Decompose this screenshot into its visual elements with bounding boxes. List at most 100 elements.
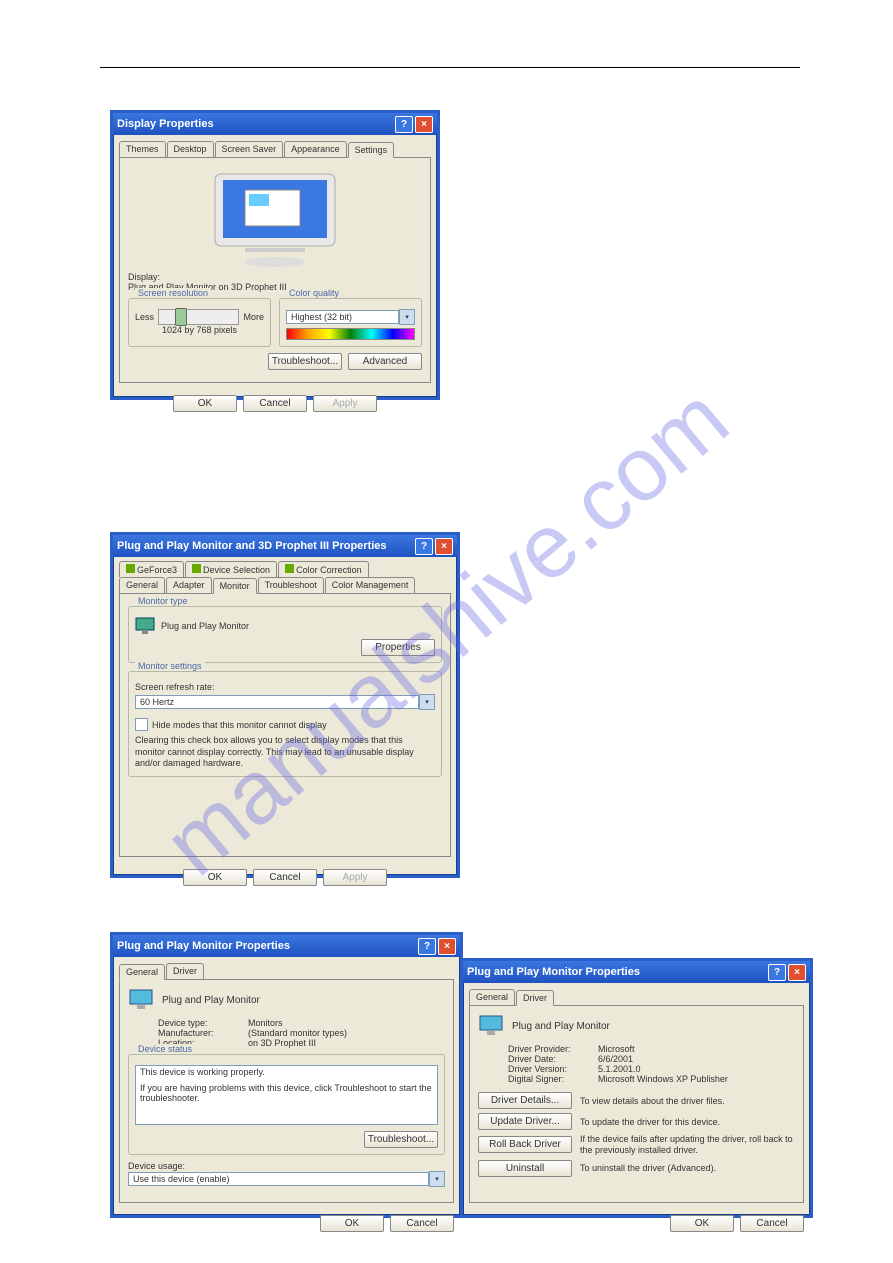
tab-desktop[interactable]: Desktop <box>167 141 214 157</box>
date-value: 6/6/2001 <box>598 1054 633 1064</box>
ok-button[interactable]: OK <box>320 1215 384 1232</box>
manufacturer-value: (Standard monitor types) <box>248 1028 347 1038</box>
tab-device-selection[interactable]: Device Selection <box>185 561 277 577</box>
color-quality-value: Highest (32 bit) <box>286 310 399 324</box>
update-driver-button[interactable]: Update Driver... <box>478 1113 572 1130</box>
help-button[interactable]: ? <box>418 938 436 955</box>
ok-button[interactable]: OK <box>173 395 237 412</box>
device-usage-label: Device usage: <box>128 1161 445 1171</box>
monitor-type-groupbox: Monitor type <box>135 596 191 606</box>
more-label: More <box>243 312 264 322</box>
troubleshoot-button[interactable]: Troubleshoot... <box>364 1131 438 1148</box>
tab-monitor[interactable]: Monitor <box>213 578 257 594</box>
device-type-label: Device type: <box>158 1018 248 1028</box>
window-title: Plug and Play Monitor and 3D Prophet III… <box>117 540 413 552</box>
close-button[interactable]: × <box>788 964 806 981</box>
refresh-rate-dropdown[interactable]: 60 Hertz ▾ <box>135 694 435 710</box>
tab-adapter[interactable]: Adapter <box>166 577 212 593</box>
troubleshoot-button[interactable]: Troubleshoot... <box>268 353 342 370</box>
monitor-icon <box>135 617 155 635</box>
driver-details-desc: To view details about the driver files. <box>580 1096 795 1106</box>
ok-button[interactable]: OK <box>670 1215 734 1232</box>
advanced-button[interactable]: Advanced <box>348 353 422 370</box>
dialog-buttons: OK Cancel <box>463 1209 810 1238</box>
close-button[interactable]: × <box>435 538 453 555</box>
tabstrip: General Driver <box>113 957 460 979</box>
dialog-buttons: OK Cancel Apply <box>113 863 457 892</box>
color-preview <box>286 328 415 340</box>
tab-general[interactable]: General <box>119 577 165 593</box>
window-title: Display Properties <box>117 118 393 130</box>
driver-details-button[interactable]: Driver Details... <box>478 1092 572 1109</box>
tab-body: Plug and Play Monitor Driver Provider:Mi… <box>469 1005 804 1203</box>
monitor-icon <box>478 1014 504 1038</box>
rollback-driver-desc: If the device fails after updating the d… <box>580 1134 795 1156</box>
tab-geforce3[interactable]: GeForce3 <box>119 561 184 577</box>
window-title: Plug and Play Monitor Properties <box>117 940 416 952</box>
monitor-settings-groupbox: Monitor settings <box>135 661 205 671</box>
version-value: 5.1.2001.0 <box>598 1064 641 1074</box>
hide-modes-checkbox[interactable]: Hide modes that this monitor cannot disp… <box>135 718 435 731</box>
checkbox-icon <box>135 718 148 731</box>
resolution-value: 1024 by 768 pixels <box>135 325 264 335</box>
tab-appearance[interactable]: Appearance <box>284 141 347 157</box>
help-button[interactable]: ? <box>395 116 413 133</box>
rollback-driver-button[interactable]: Roll Back Driver <box>478 1136 572 1153</box>
tab-settings[interactable]: Settings <box>348 142 395 158</box>
resolution-slider[interactable] <box>158 309 239 325</box>
cancel-button[interactable]: Cancel <box>390 1215 454 1232</box>
display-label: Display: <box>128 272 422 282</box>
tab-color-mgmt[interactable]: Color Management <box>325 577 416 593</box>
monitor-type-value: Plug and Play Monitor <box>161 621 249 631</box>
uninstall-button[interactable]: Uninstall <box>478 1160 572 1177</box>
chevron-down-icon: ▾ <box>419 694 435 710</box>
signer-label: Digital Signer: <box>508 1074 598 1084</box>
tabstrip-bottom: General Adapter Monitor Troubleshoot Col… <box>113 577 457 593</box>
help-button[interactable]: ? <box>768 964 786 981</box>
help-button[interactable]: ? <box>415 538 433 555</box>
tab-driver[interactable]: Driver <box>166 963 204 979</box>
apply-button[interactable]: Apply <box>313 395 377 412</box>
monitor-preview-icon <box>205 170 345 270</box>
cancel-button[interactable]: Cancel <box>253 869 317 886</box>
status-line2: If you are having problems with this dev… <box>140 1083 433 1103</box>
close-button[interactable]: × <box>415 116 433 133</box>
less-label: Less <box>135 312 154 322</box>
monitor-icon <box>128 988 154 1012</box>
tab-body: Plug and Play Monitor Device type:Monito… <box>119 979 454 1203</box>
uninstall-desc: To uninstall the driver (Advanced). <box>580 1163 795 1173</box>
color-quality-dropdown[interactable]: Highest (32 bit) ▾ <box>286 309 415 325</box>
titlebar: Display Properties ? × <box>113 113 437 135</box>
cancel-button[interactable]: Cancel <box>243 395 307 412</box>
tab-general[interactable]: General <box>119 964 165 980</box>
tab-driver[interactable]: Driver <box>516 990 554 1006</box>
tab-troubleshoot[interactable]: Troubleshoot <box>258 577 324 593</box>
horizontal-rule <box>100 67 800 68</box>
refresh-rate-label: Screen refresh rate: <box>135 682 435 692</box>
device-type-value: Monitors <box>248 1018 283 1028</box>
tab-themes[interactable]: Themes <box>119 141 166 157</box>
nvidia-icon <box>126 564 135 573</box>
device-usage-dropdown[interactable]: Use this device (enable) ▾ <box>128 1171 445 1187</box>
cancel-button[interactable]: Cancel <box>740 1215 804 1232</box>
tab-body: Monitor type Plug and Play Monitor Prope… <box>119 593 451 857</box>
monitor-properties-dialog: Plug and Play Monitor and 3D Prophet III… <box>110 532 460 878</box>
device-status-textarea[interactable]: This device is working properly. If you … <box>135 1065 438 1125</box>
device-name: Plug and Play Monitor <box>162 995 260 1006</box>
close-button[interactable]: × <box>438 938 456 955</box>
display-properties-dialog: Display Properties ? × Themes Desktop Sc… <box>110 110 440 400</box>
version-label: Driver Version: <box>508 1064 598 1074</box>
provider-label: Driver Provider: <box>508 1044 598 1054</box>
nvidia-icon <box>285 564 294 573</box>
tab-screensaver[interactable]: Screen Saver <box>215 141 284 157</box>
update-driver-desc: To update the driver for this device. <box>580 1117 795 1127</box>
apply-button[interactable]: Apply <box>323 869 387 886</box>
tab-color-correction[interactable]: Color Correction <box>278 561 369 577</box>
tab-general[interactable]: General <box>469 989 515 1005</box>
titlebar: Plug and Play Monitor and 3D Prophet III… <box>113 535 457 557</box>
hide-modes-description: Clearing this check box allows you to se… <box>135 735 435 770</box>
properties-button[interactable]: Properties <box>361 639 435 656</box>
tabstrip-top: GeForce3 Device Selection Color Correcti… <box>113 557 457 577</box>
ok-button[interactable]: OK <box>183 869 247 886</box>
chevron-down-icon: ▾ <box>399 309 415 325</box>
